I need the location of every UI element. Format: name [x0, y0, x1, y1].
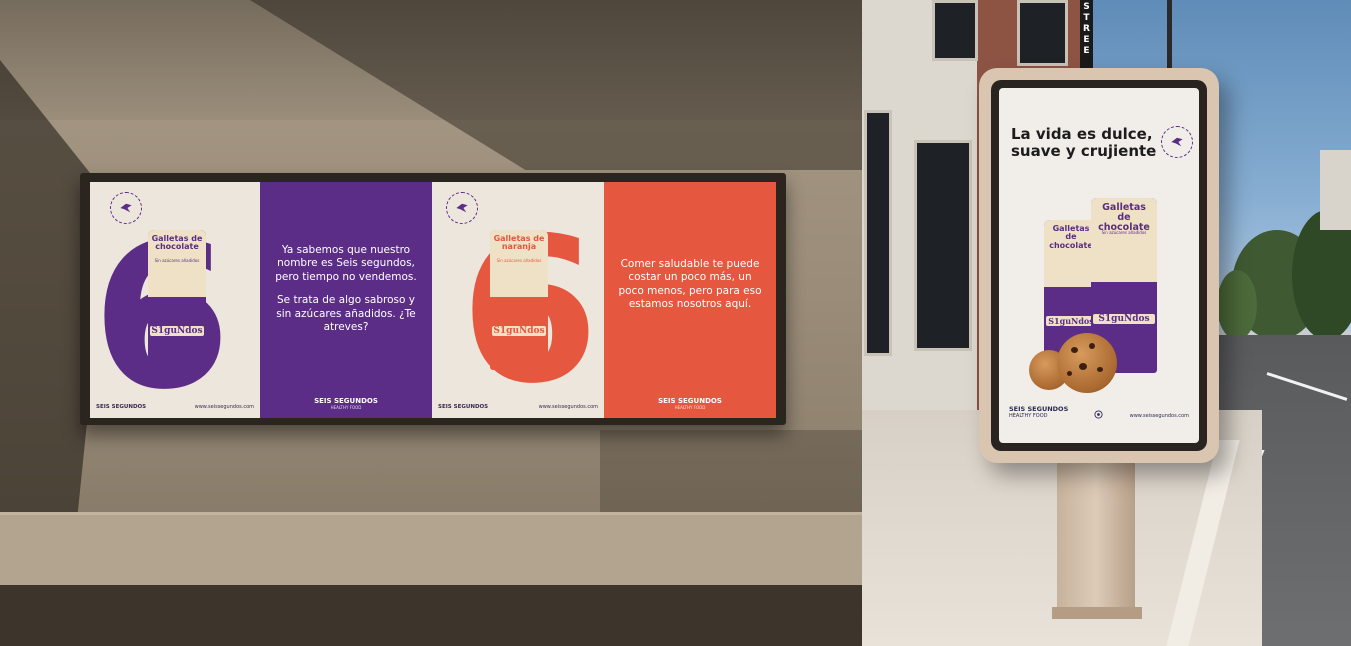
copy-paragraph-1: Comer saludable te puede costar un poco …	[618, 258, 762, 311]
poster-copy: Ya sabemos que nuestro nombre es Seis se…	[272, 244, 420, 345]
cookie-can: Galletas de chocolate Sin azúcares añadi…	[148, 230, 206, 370]
poster-footer: SEIS SEGUNDOS www.seissegundos.com	[96, 404, 254, 410]
footer-sub: HEALTHY FOOD	[674, 405, 706, 410]
kiosk-poster: La vida es dulce, suave y crujiente Gall…	[999, 88, 1199, 443]
can-brand: S1guNdos	[150, 326, 204, 336]
poster-footer: SEIS SEGUNDOS HEALTHY FOOD	[604, 397, 776, 410]
footer-url: www.seissegundos.com	[538, 404, 598, 410]
bench-shadow	[0, 585, 862, 646]
can-title: Galletas de naranja	[493, 234, 545, 252]
footer-brand: SEIS SEGUNDOS	[658, 397, 722, 405]
poster-footer: SEIS SEGUNDOS HEALTHY FOOD	[260, 397, 432, 410]
bird-icon	[1171, 137, 1183, 147]
footer-brand: SEIS SEGUNDOS	[314, 397, 378, 405]
can-subtitle: Sin azúcares añadidos	[496, 258, 542, 263]
footer-brand: SEIS SEGUNDOS	[1009, 405, 1069, 413]
street-sign-text: STREE	[1083, 2, 1090, 56]
footer-url: www.seissegundos.com	[194, 404, 254, 410]
distant-building	[1320, 150, 1351, 230]
concrete-bench	[0, 515, 862, 585]
cookie	[1057, 333, 1117, 393]
street-sign: STREE	[1080, 0, 1093, 78]
poster-footer: SEIS SEGUNDOS www.seissegundos.com	[438, 404, 598, 410]
can-brand: S1guNdos	[492, 326, 546, 336]
window	[914, 140, 972, 351]
kiosk-base	[1052, 607, 1142, 619]
wall-billboard-scene: 6 Galletas de chocolate Sin azúcares aña…	[0, 0, 862, 646]
tree	[1217, 270, 1257, 340]
headline-line-1: La vida es dulce,	[1011, 125, 1153, 143]
can-title: Galletas de chocolate	[1049, 224, 1093, 250]
footer-brand: SEIS SEGUNDOS	[96, 404, 147, 410]
kiosk-post	[1057, 455, 1135, 617]
poster-copy: Comer saludable te puede costar un poco …	[616, 258, 764, 322]
footer-sub: HEALTHY FOOD	[330, 405, 362, 410]
sugar-free-seal	[1161, 126, 1193, 158]
can-title: Galletas de chocolate	[1098, 202, 1150, 233]
can-brand: S1guNdos	[1046, 316, 1096, 326]
logo-icon	[1094, 410, 1103, 419]
window	[932, 0, 978, 61]
can-brand: S1guNdos	[1093, 314, 1155, 324]
billboard-frame: 6 Galletas de chocolate Sin azúcares aña…	[80, 173, 786, 425]
footer-sub: HEALTHY FOOD	[1009, 413, 1048, 419]
lower-shadow	[600, 430, 862, 515]
can-subtitle: Sin azúcares añadidos	[154, 258, 200, 263]
can-subtitle: Sin azúcares añadidos	[1101, 230, 1147, 235]
footer-brand: SEIS SEGUNDOS	[438, 404, 489, 410]
poster-orange-text: Comer saludable te puede costar un poco …	[604, 182, 776, 418]
copy-paragraph-1: Ya sabemos que nuestro nombre es Seis se…	[275, 244, 417, 283]
window	[1017, 0, 1068, 66]
kiosk-frame: La vida es dulce, suave y crujiente Gall…	[979, 68, 1219, 463]
cookie-can: Galletas de naranja Sin azúcares añadido…	[490, 230, 548, 370]
street-kiosk-scene: STREE La vida es dulce, suave y crujient…	[862, 0, 1351, 646]
poster-headline: La vida es dulce, suave y crujiente	[1011, 126, 1161, 159]
copy-paragraph-2: Se trata de algo sabroso y sin azúcares …	[276, 294, 416, 334]
can-title: Galletas de chocolate	[151, 234, 203, 252]
headline-line-2: suave y crujiente	[1011, 141, 1157, 160]
poster-footer: SEIS SEGUNDOS HEALTHY FOOD www.seissegun…	[1009, 405, 1189, 419]
poster-chocolate: 6 Galletas de chocolate Sin azúcares aña…	[90, 182, 260, 418]
window	[864, 110, 892, 356]
footer-url: www.seissegundos.com	[1129, 413, 1189, 419]
poster-orange: 6 Galletas de naranja Sin azúcares añadi…	[432, 182, 604, 418]
poster-purple-text: Ya sabemos que nuestro nombre es Seis se…	[260, 182, 432, 418]
